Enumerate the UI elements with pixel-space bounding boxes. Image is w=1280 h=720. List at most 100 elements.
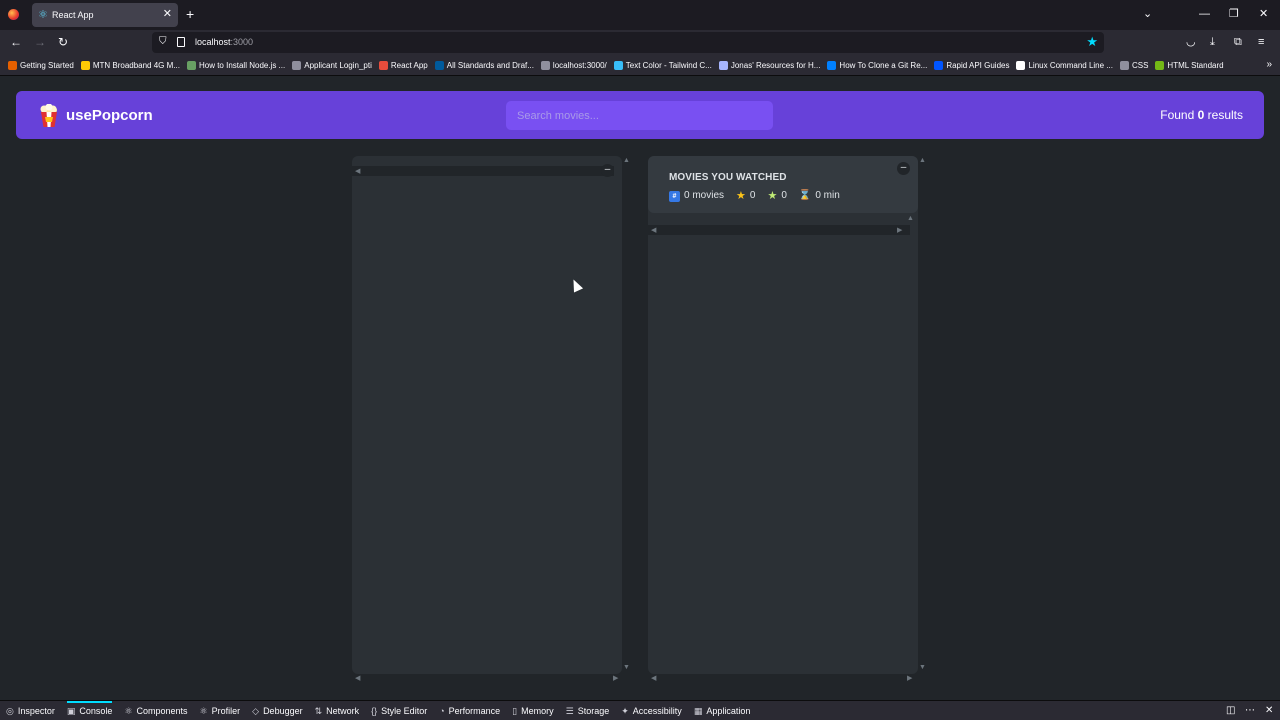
scroll-right-icon[interactable]: ▶ (897, 227, 902, 235)
app-logo-text: usePopcorn (66, 107, 153, 124)
bookmark-item[interactable]: How to Install Node.js ... (186, 60, 286, 71)
new-tab-icon[interactable]: + (186, 6, 194, 22)
bookmark-label: Jonas' Resources for H... (730, 61, 821, 70)
scroll-up-icon[interactable]: ▲ (623, 157, 630, 165)
devtools-tab-profiler[interactable]: ⚛ Profiler (200, 705, 241, 717)
bookmark-favicon-icon (613, 61, 623, 70)
back-icon[interactable]: ← (10, 35, 22, 49)
menu-icon[interactable]: ≡ (1258, 36, 1264, 49)
bookmark-item[interactable]: localhost:3000/ (540, 60, 607, 71)
browser-tab-react-app[interactable]: ⚛ React App ✕ (32, 3, 178, 27)
forward-icon[interactable]: → (34, 35, 46, 49)
scroll-right-bottom-icon[interactable]: ▶ (613, 675, 618, 683)
scroll-left-icon[interactable]: ◀ (651, 227, 656, 235)
bookmark-item[interactable]: React App (378, 60, 428, 71)
avg-imdb-rating: ★ 0 (736, 190, 756, 202)
bookmark-item[interactable]: Rapid API Guides (934, 60, 1009, 71)
downloads-icon[interactable]: ⤓ (1210, 36, 1215, 49)
pocket-icon[interactable]: ◡ (1186, 36, 1196, 49)
bookmark-item[interactable]: HTML Standard (1155, 60, 1224, 71)
more-bookmarks-icon[interactable]: » (1266, 59, 1272, 71)
devtools-tab-network[interactable]: ⇅ Network (315, 705, 360, 717)
devtools-tab-console[interactable]: ▣ Console (66, 701, 113, 717)
bookmark-favicon-icon (827, 61, 837, 70)
devtools-tabs: ◎ Inspector ▣ Console ⚛ Components ⚛ Profiler ◇ D… (6, 701, 751, 717)
devtools-tab-label: Storage (577, 706, 610, 716)
search-input[interactable] (506, 101, 773, 130)
extensions-icon[interactable]: ⧉ (1234, 36, 1242, 49)
bookmark-label: How to Install Node.js ... (198, 61, 286, 70)
bookmark-label: Linux Command Line ... (1028, 61, 1113, 70)
devtools-tab-icon: ⚛ (124, 706, 133, 716)
scroll-right-bottom-icon[interactable]: ▶ (907, 675, 912, 683)
reload-icon[interactable]: ↻ (58, 35, 68, 49)
bookmark-star-icon[interactable]: ★ (1086, 34, 1098, 50)
bookmark-item[interactable]: Text Color - Tailwind C... (613, 60, 712, 71)
watched-summary: MOVIES YOU WATCHED # 0 movies ★ 0 ★ 0 ⌛ … (648, 156, 918, 213)
url-text[interactable]: localhost:3000 (195, 37, 253, 48)
page-info-icon[interactable] (177, 37, 185, 47)
bookmark-item[interactable]: Linux Command Line ... (1016, 60, 1113, 71)
bookmark-label: How To Clone a Git Re... (839, 61, 928, 70)
bookmark-item[interactable]: Applicant Login_pti (292, 60, 372, 71)
devtools-tab-label: Components (136, 706, 188, 716)
scroll-down-icon[interactable]: ▼ (919, 664, 926, 672)
bookmark-item[interactable]: MTN Broadband 4G M... (80, 60, 180, 71)
more-options-icon[interactable]: ⋯ (1245, 705, 1255, 717)
list-all-tabs-icon[interactable]: ⌄ (1143, 7, 1152, 21)
devtools-tab-label: Console (79, 706, 113, 716)
tracking-shield-icon[interactable]: ⛉ (159, 36, 167, 48)
devtools-tab-debugger[interactable]: ◇ Debugger (252, 705, 302, 717)
devtools-tab-components[interactable]: ⚛ Components (124, 705, 187, 717)
restore-icon[interactable]: ❐ (1229, 7, 1239, 21)
devtools-tab-memory[interactable]: ▯ Memory (512, 705, 553, 717)
app-navbar: usePopcorn Found 0 results (16, 91, 1264, 139)
devtools-tab-accessibility[interactable]: ✦ Accessibility (621, 705, 682, 717)
horizontal-scrollbar[interactable] (352, 166, 614, 176)
dock-icon[interactable]: ◫ (1226, 705, 1235, 717)
url-bar[interactable]: ⛉ localhost:3000 ★ (152, 32, 1104, 53)
popcorn-icon (40, 104, 57, 127)
toggle-watched-button[interactable]: – (897, 162, 910, 175)
bookmark-label: MTN Broadband 4G M... (92, 61, 180, 70)
bookmark-item[interactable]: Getting Started (8, 60, 74, 71)
devtools-tab-label: Performance (448, 706, 501, 716)
close-tab-icon[interactable]: ✕ (163, 8, 172, 21)
devtools-tab-style-editor[interactable]: {} Style Editor (371, 705, 427, 717)
summary-stats: # 0 movies ★ 0 ★ 0 ⌛ 0 min (669, 190, 840, 202)
summary-title: MOVIES YOU WATCHED (669, 172, 787, 183)
bookmark-item[interactable]: All Standards and Draf... (434, 60, 534, 71)
scroll-up-icon[interactable]: ▲ (919, 157, 926, 165)
close-devtools-icon[interactable]: ✕ (1265, 705, 1273, 717)
devtools-tab-inspector[interactable]: ◎ Inspector (6, 705, 55, 717)
bookmark-label: CSS (1131, 61, 1149, 70)
bookmark-favicon-icon (378, 61, 388, 70)
bookmark-favicon-icon (186, 61, 196, 70)
watched-box: MOVIES YOU WATCHED # 0 movies ★ 0 ★ 0 ⌛ … (648, 156, 926, 682)
devtools-tab-label: Profiler (211, 706, 241, 716)
scroll-left-icon[interactable]: ◀ (355, 168, 360, 176)
devtools-tab-performance[interactable]: ◔ Performance (439, 705, 500, 717)
devtools-tab-application[interactable]: ▦ Application (694, 705, 751, 717)
scroll-left-bottom-icon[interactable]: ◀ (651, 675, 656, 683)
scroll-down-icon[interactable]: ▼ (623, 664, 630, 672)
bookmark-label: React App (390, 61, 428, 70)
bookmark-item[interactable]: How To Clone a Git Re... (827, 60, 927, 71)
bookmark-favicon-icon (1119, 61, 1129, 70)
horizontal-scrollbar[interactable] (648, 225, 910, 235)
devtools-tab-storage[interactable]: ☰ Storage (566, 705, 610, 717)
bookmark-item[interactable]: Jonas' Resources for H... (718, 60, 821, 71)
devtools-tab-label: Style Editor (381, 706, 428, 716)
devtools-tab-icon: ◇ (252, 706, 260, 716)
bookmark-label: All Standards and Draf... (446, 61, 534, 70)
scroll-up-inner-icon[interactable]: ▲ (907, 215, 914, 223)
scroll-left-bottom-icon[interactable]: ◀ (355, 675, 360, 683)
close-window-icon[interactable]: ✕ (1259, 7, 1268, 21)
devtools-tab-label: Network (326, 706, 360, 716)
bookmark-label: localhost:3000/ (552, 61, 607, 70)
minimize-icon[interactable]: — (1199, 7, 1210, 21)
bookmark-item[interactable]: CSS (1119, 60, 1149, 71)
bookmark-favicon-icon (8, 61, 17, 70)
toggle-list-button[interactable]: – (601, 164, 614, 177)
tab-title: React App (52, 10, 94, 20)
